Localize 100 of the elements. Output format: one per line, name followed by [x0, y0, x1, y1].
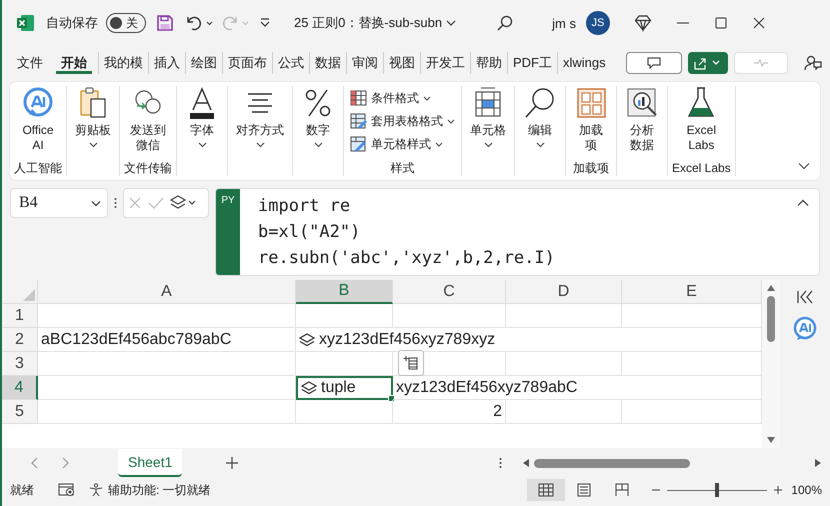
status-text: 就绪	[10, 482, 34, 498]
zoom-level[interactable]: 100%	[791, 483, 822, 497]
ribbon-tab[interactable]: 文件	[12, 52, 48, 74]
comment-icon	[647, 57, 661, 69]
ribbon-button[interactable]: 分析数据	[621, 86, 663, 153]
table-cell[interactable]	[38, 352, 296, 376]
save-icon[interactable]	[156, 14, 174, 32]
previous-sheet-icon[interactable]	[30, 457, 38, 469]
column-header[interactable]: A	[38, 280, 296, 304]
column-header[interactable]: E	[622, 280, 762, 304]
insert-data-menu[interactable]	[398, 350, 424, 376]
ribbon-tab[interactable]: 绘图	[185, 52, 222, 74]
diamond-icon[interactable]	[634, 14, 652, 32]
ribbon-tab[interactable]: 公式	[272, 52, 309, 74]
ribbon-tab[interactable]: 插入	[148, 52, 185, 74]
scroll-down-icon[interactable]	[766, 436, 776, 444]
table-cell[interactable]	[506, 352, 622, 376]
ribbon-button[interactable]: 字体	[181, 86, 223, 148]
column-header[interactable]: B	[296, 280, 393, 304]
add-sheet-icon[interactable]	[226, 457, 238, 469]
ribbon-tab[interactable]: xlwings	[557, 52, 611, 74]
layers-icon	[299, 332, 315, 346]
grid-view-icon	[538, 483, 554, 497]
row-header[interactable]: 1	[2, 304, 38, 328]
chat-person-icon[interactable]	[804, 54, 822, 72]
vertical-scrollbar-thumb[interactable]	[767, 296, 775, 342]
maximize-icon[interactable]	[714, 16, 728, 30]
accessibility-button[interactable]: 辅助功能: 一切就绪	[88, 482, 211, 498]
document-title[interactable]: 25 正则0：替换-sub-subn	[294, 14, 456, 32]
table-cell[interactable]	[296, 352, 393, 376]
next-sheet-icon[interactable]	[62, 457, 70, 469]
scroll-up-icon[interactable]	[766, 284, 776, 292]
table-cell[interactable]: tuple	[296, 376, 393, 400]
ribbon-tab[interactable]: 视图	[383, 52, 420, 74]
sheet-tab[interactable]: Sheet1	[118, 449, 182, 477]
more-icon[interactable]	[114, 197, 117, 209]
ribbon-button[interactable]: 单元格	[466, 86, 510, 148]
ribbon-button[interactable]: 条件格式	[348, 87, 457, 109]
ribbon-tab[interactable]: 数据	[309, 52, 346, 74]
comments-button[interactable]	[626, 52, 682, 74]
column-header[interactable]: D	[506, 280, 622, 304]
insert-data-icon	[403, 355, 419, 371]
ribbon-tab[interactable]: 我的模	[98, 52, 148, 74]
autosave-toggle[interactable]: 关	[106, 13, 146, 33]
cell-text: xyz123dEf456xyz789abC	[396, 378, 578, 396]
ai-bubble-icon[interactable]	[792, 316, 818, 342]
ribbon-button[interactable]: 发送到微信	[124, 86, 172, 153]
ribbon-group-label: 人工智能	[14, 161, 62, 176]
formula-input[interactable]: PY import re b=xl("A2") re.subn('abc','xyz',b,2,re.I)	[215, 188, 820, 276]
double-chevron-left-icon[interactable]	[796, 290, 814, 304]
table-cell[interactable]	[393, 304, 506, 328]
scroll-right-icon[interactable]	[814, 458, 822, 468]
ribbon-button[interactable]: 编辑	[519, 86, 561, 148]
excel-logo-icon	[16, 13, 36, 33]
ribbon-button[interactable]: 对齐方式	[232, 86, 288, 148]
ribbon-tab[interactable]: 帮助	[470, 52, 507, 74]
ribbon-tab[interactable]: 开发工	[420, 52, 470, 74]
table-cell[interactable]	[296, 400, 393, 424]
scroll-left-icon[interactable]	[522, 458, 530, 468]
table-cell[interactable]	[38, 376, 296, 400]
normal-view-button[interactable]	[527, 479, 566, 501]
search-icon[interactable]	[496, 14, 514, 32]
ribbon-button[interactable]: 数字	[297, 86, 339, 148]
table-cell[interactable]	[296, 304, 393, 328]
ribbon-button[interactable]: 加载项	[570, 86, 612, 153]
ribbon-button[interactable]: Office AI	[14, 86, 62, 153]
table-cell[interactable]: aBC123dEf456abc789abC	[38, 328, 296, 352]
row-header[interactable]: 3	[2, 352, 38, 376]
column-header[interactable]: C	[393, 280, 506, 304]
name-box[interactable]: B4	[10, 188, 108, 218]
table-cell[interactable]	[506, 304, 622, 328]
table-cell[interactable]: 2	[393, 400, 506, 424]
zoom-in-icon[interactable]	[773, 485, 784, 495]
check-icon[interactable]	[148, 196, 164, 210]
ribbon-button[interactable]: 单元格样式	[348, 133, 457, 155]
user-avatar[interactable]: JS	[586, 11, 610, 35]
macro-record-icon[interactable]	[58, 483, 76, 497]
table-cell[interactable]	[38, 304, 296, 328]
customize-caret-icon[interactable]	[260, 17, 270, 29]
horizontal-scrollbar-thumb[interactable]	[534, 458, 690, 468]
ribbon-tab[interactable]: PDF工	[507, 52, 557, 74]
chevron-down-icon[interactable]	[798, 162, 810, 170]
close-icon[interactable]	[752, 16, 766, 30]
ribbon-button[interactable]: 剪贴板	[71, 86, 115, 148]
ribbon-tab[interactable]: 开始	[56, 52, 92, 74]
share-button[interactable]	[688, 52, 728, 74]
ribbon-tab[interactable]: 审阅	[346, 52, 383, 74]
row-header[interactable]: 4	[2, 376, 38, 400]
layers-dropdown-icon[interactable]	[170, 195, 198, 211]
table-cell[interactable]	[38, 400, 296, 424]
row-header[interactable]: 2	[2, 328, 38, 352]
ribbon-button[interactable]: 套用表格格式	[348, 110, 457, 132]
table-cell[interactable]	[506, 400, 622, 424]
collapse-caret-icon[interactable]	[797, 199, 809, 207]
ribbon-button[interactable]: Excel Labs	[672, 86, 731, 153]
row-header[interactable]: 5	[2, 400, 38, 424]
more-icon[interactable]	[499, 457, 502, 469]
ribbon-tab[interactable]: 页面布	[222, 52, 272, 74]
cell-text: tuple	[321, 379, 356, 397]
cell-text: 2	[493, 402, 502, 420]
